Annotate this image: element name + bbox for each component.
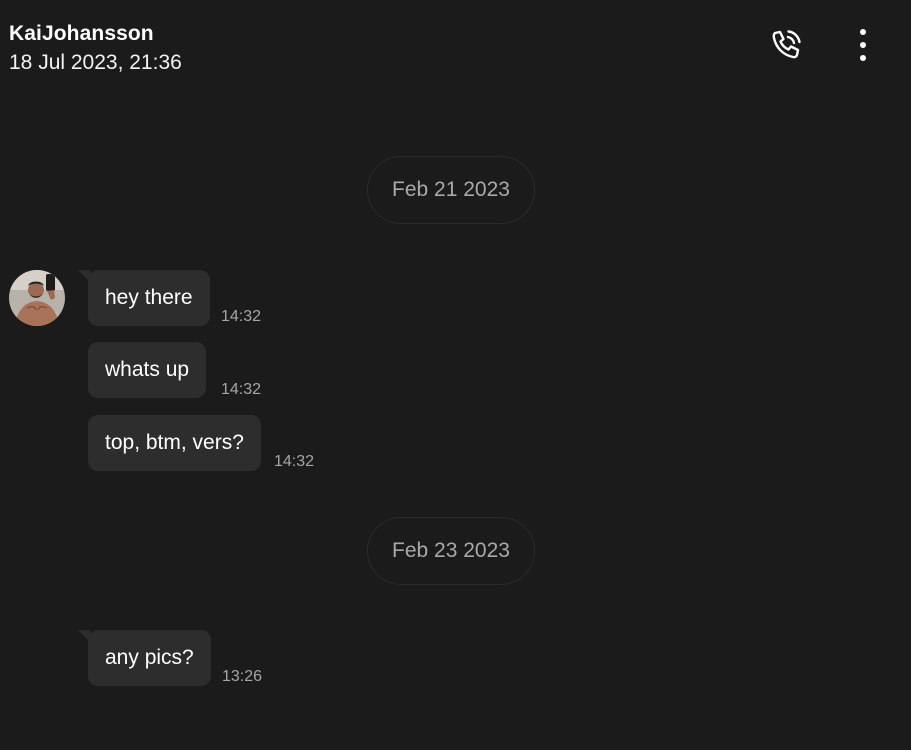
message-time: 14:32 (274, 453, 315, 470)
contact-name[interactable]: KaiJohansson (9, 22, 154, 46)
message-bubble[interactable]: any pics? (78, 630, 211, 686)
message-text: top, btm, vers? (105, 431, 244, 454)
date-separator: Feb 23 2023 (367, 517, 535, 585)
call-button[interactable] (764, 25, 808, 69)
message-bubble[interactable]: top, btm, vers? (88, 415, 261, 471)
message-bubble[interactable]: whats up (88, 342, 207, 398)
message-text: hey there (105, 286, 193, 309)
phone-call-icon (766, 25, 806, 70)
message-time: 14:32 (221, 308, 262, 325)
message-time: 14:32 (221, 381, 262, 398)
more-vertical-icon (858, 27, 868, 68)
contact-avatar[interactable] (9, 270, 65, 326)
more-options-button[interactable] (843, 25, 883, 69)
message-time: 13:26 (222, 668, 263, 685)
message-bubble[interactable]: hey there (78, 270, 210, 326)
date-separator: Feb 21 2023 (367, 156, 535, 224)
message-text: any pics? (105, 646, 194, 669)
conversation-timestamp: 18 Jul 2023, 21:36 (9, 51, 182, 74)
message-text: whats up (105, 358, 190, 381)
